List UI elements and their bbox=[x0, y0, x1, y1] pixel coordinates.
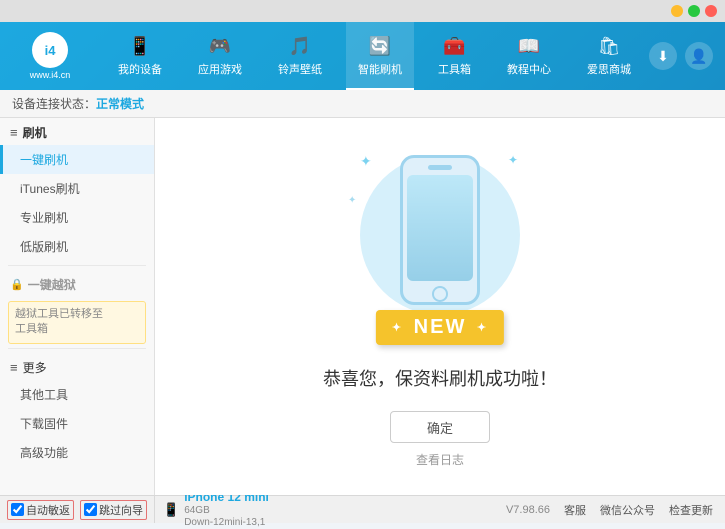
wechat-public-link[interactable]: 微信公众号 bbox=[600, 502, 655, 518]
nav-shop[interactable]: 🛍 爱思商城 bbox=[575, 22, 643, 90]
sidebar-advanced[interactable]: 高级功能 bbox=[0, 438, 154, 467]
auto-restore-checkbox-wrapper: 自动敏返 bbox=[7, 500, 74, 520]
maximize-button[interactable] bbox=[688, 5, 700, 17]
nav-tutorial[interactable]: 📖 教程中心 bbox=[495, 22, 563, 90]
phone-illustration: ✦ ✦ ✦ ✦ NEW ✦ bbox=[340, 145, 540, 355]
sidebar-download-fw[interactable]: 下载固件 bbox=[0, 409, 154, 438]
skip-wizard-checkbox-wrapper: 跳过向导 bbox=[80, 500, 147, 520]
close-button[interactable] bbox=[705, 5, 717, 17]
nav-apps-games[interactable]: 🎮 应用游戏 bbox=[186, 22, 254, 90]
skip-wizard-checkbox[interactable] bbox=[84, 503, 97, 516]
phone-home bbox=[432, 286, 448, 302]
more-section-icon: ≡ bbox=[10, 360, 18, 375]
phone-speaker bbox=[428, 165, 452, 170]
new-ribbon: ✦ NEW ✦ bbox=[376, 310, 504, 345]
logo-icon: i4 bbox=[32, 32, 68, 68]
phone-body bbox=[400, 155, 480, 305]
sidebar-one-key-flash[interactable]: 一键刷机 bbox=[0, 145, 154, 174]
auto-restore-checkbox[interactable] bbox=[11, 503, 24, 516]
device-phone-icon: 📱 bbox=[163, 502, 179, 518]
sparkle-tl: ✦ bbox=[360, 153, 372, 170]
sidebar-pro-flash[interactable]: 专业刷机 bbox=[0, 203, 154, 232]
sidebar-flash-header: ≡ 刷机 bbox=[0, 118, 154, 145]
nav-toolbox[interactable]: 🧰 工具箱 bbox=[426, 22, 483, 90]
nav-smart-flash[interactable]: 🔄 智能刷机 bbox=[346, 22, 414, 90]
flash-section-icon: ≡ bbox=[10, 125, 18, 140]
skip-wizard-label[interactable]: 跳过向导 bbox=[99, 502, 143, 518]
status-bar: 设备连接状态： 正常模式 bbox=[0, 90, 725, 118]
sidebar-other-tools[interactable]: 其他工具 bbox=[0, 380, 154, 409]
bottom-right-section: V7.98.66 客服 微信公众号 检查更新 bbox=[506, 502, 725, 518]
download-button[interactable]: ⬇ bbox=[649, 42, 677, 70]
main-layout: ≡ 刷机 一键刷机 iTunes刷机 专业刷机 低版刷机 🔒 一键越狱 越狱工具… bbox=[0, 118, 725, 495]
sidebar-low-version[interactable]: 低版刷机 bbox=[0, 232, 154, 261]
account-button[interactable]: 👤 bbox=[685, 42, 713, 70]
device-storage: 64GB bbox=[184, 505, 269, 517]
phone-screen bbox=[407, 175, 473, 281]
minimize-button[interactable] bbox=[671, 5, 683, 17]
sidebar-divider-1 bbox=[8, 265, 146, 266]
auto-restore-label[interactable]: 自动敏返 bbox=[26, 502, 70, 518]
bottom-bar: 自动敏返 跳过向导 📱 iPhone 12 mini 64GB Down-12m… bbox=[0, 495, 725, 523]
customer-service-link[interactable]: 客服 bbox=[564, 502, 586, 518]
status-label: 设备连接状态： bbox=[12, 95, 96, 112]
logo-area[interactable]: i4 www.i4.cn bbox=[0, 32, 100, 80]
lock-icon: 🔒 bbox=[10, 278, 24, 291]
nav-my-device[interactable]: 📱 我的设备 bbox=[106, 22, 174, 90]
sparkle-l: ✦ bbox=[348, 195, 356, 206]
sidebar-jailbreak-notice: 越狱工具已转移至 工具箱 bbox=[8, 301, 146, 344]
sidebar: ≡ 刷机 一键刷机 iTunes刷机 专业刷机 低版刷机 🔒 一键越狱 越狱工具… bbox=[0, 118, 155, 495]
version-label: V7.98.66 bbox=[506, 504, 550, 516]
nav-right: ⬇ 👤 bbox=[649, 42, 725, 70]
logo-text: www.i4.cn bbox=[30, 70, 71, 80]
nav-items: 📱 我的设备 🎮 应用游戏 🎵 铃声壁纸 🔄 智能刷机 🧰 工具箱 📖 教程中心… bbox=[100, 22, 649, 90]
check-update-link[interactable]: 检查更新 bbox=[669, 502, 713, 518]
sparkle-tr: ✦ bbox=[508, 153, 518, 167]
sidebar-jailbreak-header: 🔒 一键越狱 bbox=[0, 270, 154, 297]
success-text: 恭喜您，保资料刷机成功啦！ bbox=[323, 365, 557, 391]
confirm-button[interactable]: 确定 bbox=[390, 411, 490, 443]
sidebar-itunes-flash[interactable]: iTunes刷机 bbox=[0, 174, 154, 203]
bottom-left-section: 自动敏返 跳过向导 bbox=[0, 496, 155, 523]
nav-wallpaper[interactable]: 🎵 铃声壁纸 bbox=[266, 22, 334, 90]
top-nav: i4 www.i4.cn 📱 我的设备 🎮 应用游戏 🎵 铃声壁纸 🔄 智能刷机… bbox=[0, 22, 725, 90]
title-bar bbox=[0, 0, 725, 22]
sidebar-more-header: ≡ 更多 bbox=[0, 353, 154, 380]
status-mode: 正常模式 bbox=[96, 95, 144, 112]
goto-log-link[interactable]: 查看日志 bbox=[416, 451, 464, 468]
content-area: ✦ ✦ ✦ ✦ NEW ✦ 恭喜您，保资料刷机成功啦！ 确定 查看日志 bbox=[155, 118, 725, 495]
sidebar-divider-2 bbox=[8, 348, 146, 349]
